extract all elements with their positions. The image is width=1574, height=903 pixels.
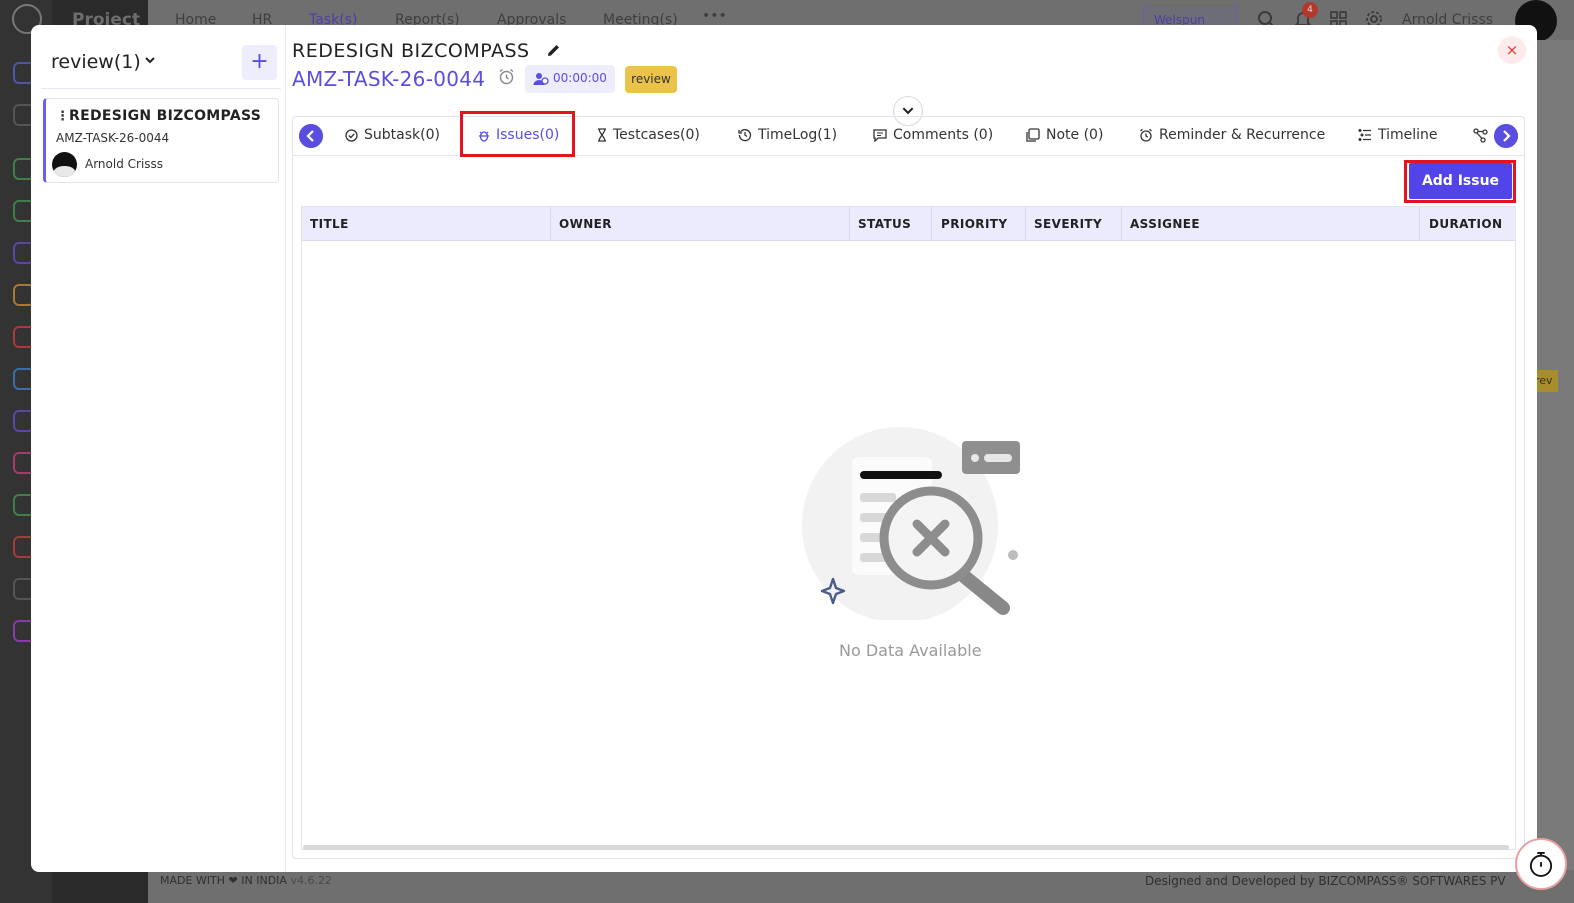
- tabs-scroll-left-icon[interactable]: [299, 124, 323, 148]
- panel-divider: [41, 88, 281, 89]
- column-divider: [1121, 207, 1122, 241]
- task-card-code: AMZ-TASK-26-0044: [56, 131, 170, 145]
- users-icon: [533, 73, 549, 85]
- nav-more-icon[interactable]: •••: [702, 8, 727, 24]
- stopwatch-icon[interactable]: [1515, 838, 1567, 890]
- tab-timeline[interactable]: Timeline: [1358, 127, 1438, 143]
- tab-subtask-label: Subtask(0): [364, 127, 440, 143]
- tab-issues-highlight: [460, 111, 575, 157]
- tab-reminder-label: Reminder & Recurrence: [1159, 127, 1326, 143]
- column-divider: [1419, 207, 1420, 241]
- background-right-edge: [1537, 40, 1574, 903]
- note-icon: [1026, 128, 1040, 142]
- tab-subtask[interactable]: Subtask(0): [345, 127, 440, 143]
- chevron-down-icon[interactable]: [144, 54, 156, 66]
- column-header-priority[interactable]: PRIORITY: [941, 217, 1007, 231]
- footer-made-with: MADE WITH ❤ IN INDIA v4.6.22: [160, 874, 332, 887]
- column-header-duration[interactable]: DURATION: [1429, 217, 1502, 231]
- status-group-title[interactable]: review(1): [51, 51, 141, 73]
- tab-reminder-recurrence[interactable]: Reminder & Recurrence: [1139, 127, 1325, 143]
- column-divider: [849, 207, 850, 241]
- add-issue-highlight: [1404, 160, 1516, 203]
- task-card-owner: Arnold Crisss: [85, 157, 164, 171]
- task-card-title: REDESIGN BIZCOMPASS: [69, 108, 262, 124]
- close-button[interactable]: ×: [1498, 36, 1526, 64]
- check-circle-icon: [345, 128, 358, 142]
- tab-note-label: Note (0): [1046, 127, 1104, 143]
- tab-note[interactable]: Note (0): [1026, 127, 1103, 143]
- horizontal-scrollbar[interactable]: [303, 845, 1509, 850]
- column-header-status[interactable]: STATUS: [858, 217, 911, 231]
- notification-count: 4: [1302, 2, 1318, 18]
- column-header-severity[interactable]: SEVERITY: [1034, 217, 1102, 231]
- tab-timelog[interactable]: TimeLog(1): [738, 127, 837, 143]
- tab-timeline-label: Timeline: [1378, 127, 1438, 143]
- timer-value: 00:00:00: [553, 71, 607, 85]
- footer-credits: Designed and Developed by BIZCOMPASS® SO…: [1145, 874, 1506, 888]
- history-icon: [738, 129, 752, 142]
- status-badge: review: [625, 66, 677, 93]
- column-header-title[interactable]: TITLE: [310, 217, 349, 231]
- task-code: AMZ-TASK-26-0044: [292, 67, 486, 91]
- column-divider: [931, 207, 932, 241]
- page-title: REDESIGN BIZCOMPASS: [292, 40, 530, 62]
- workflow-tab-icon[interactable]: [1473, 128, 1488, 143]
- avatar: [52, 152, 77, 177]
- empty-state-message: No Data Available: [839, 641, 982, 660]
- tab-comments[interactable]: Comments (0): [873, 127, 993, 143]
- hourglass-icon: [598, 128, 606, 142]
- no-data-illustration-icon: [802, 427, 1020, 620]
- tabs-scroll-right-icon[interactable]: [1494, 124, 1518, 148]
- tab-testcases[interactable]: Testcases(0): [597, 127, 700, 143]
- alarm-icon: [1140, 128, 1152, 142]
- column-divider: [1025, 207, 1026, 241]
- tab-timelog-label: TimeLog(1): [758, 127, 838, 143]
- background-status-badge: rev: [1534, 370, 1558, 392]
- column-divider: [550, 207, 551, 241]
- add-task-button[interactable]: +: [242, 45, 277, 80]
- alarm-clock-icon[interactable]: [498, 68, 515, 85]
- tab-testcases-label: Testcases(0): [613, 127, 700, 143]
- comment-icon: [873, 128, 887, 142]
- edit-pencil-icon[interactable]: [545, 42, 562, 59]
- column-header-owner[interactable]: OWNER: [559, 217, 612, 231]
- footer-version: v4.6.22: [290, 874, 332, 887]
- tab-comments-label: Comments (0): [893, 127, 994, 143]
- drag-handle-icon[interactable]: ⋮: [56, 109, 69, 124]
- footer-made-with-text: MADE WITH ❤ IN INDIA: [160, 874, 287, 887]
- timeline-icon: [1358, 129, 1371, 141]
- column-header-assignee[interactable]: ASSIGNEE: [1130, 217, 1200, 231]
